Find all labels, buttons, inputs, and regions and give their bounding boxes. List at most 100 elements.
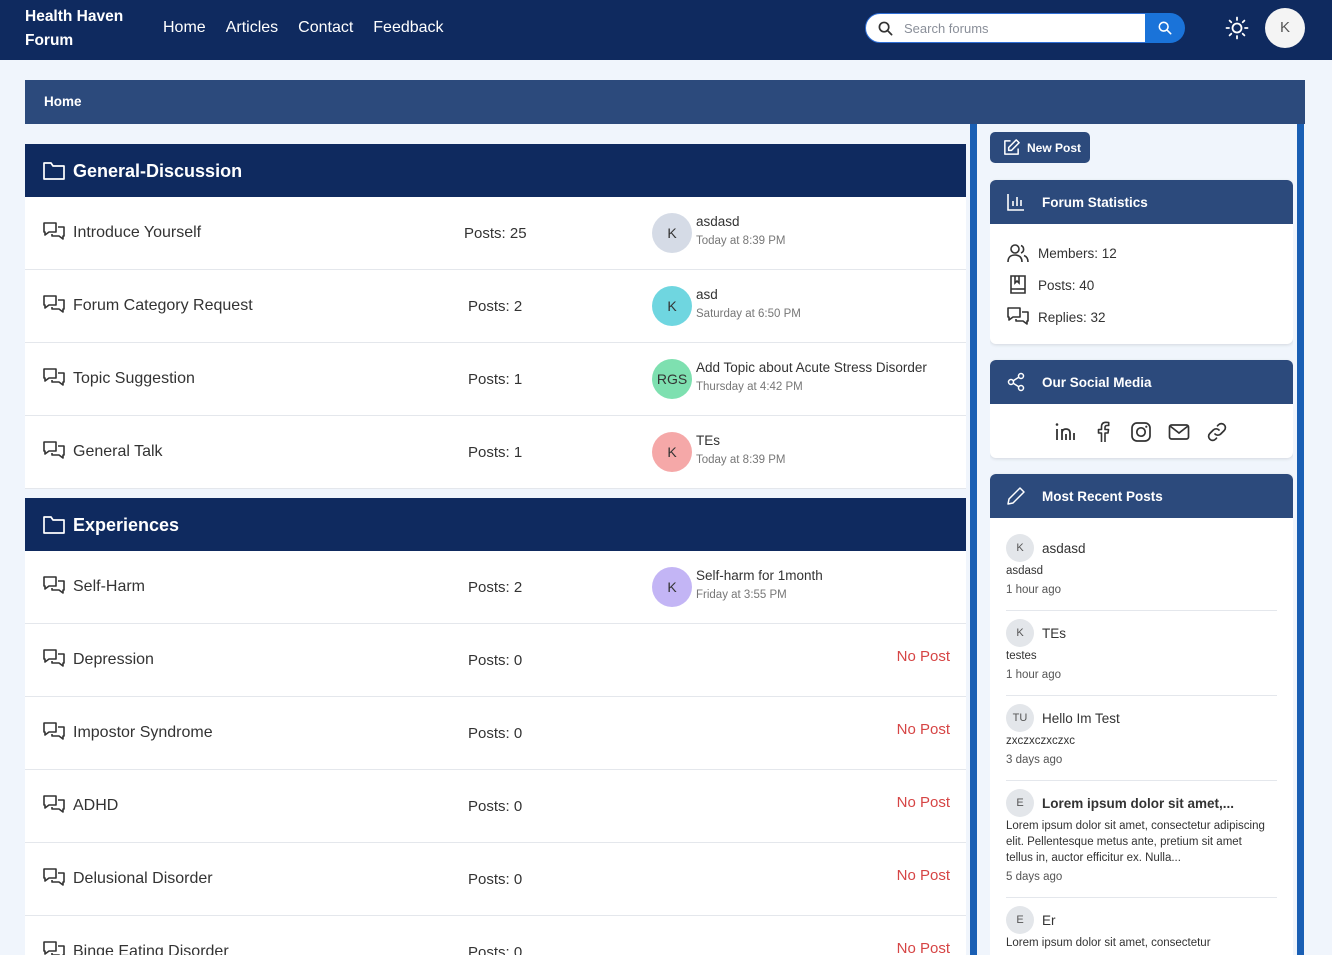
forum-row[interactable]: Self-Harm Posts: 2 K Self-harm for 1mont… (25, 551, 966, 624)
recent-post-body: zxczxczxczxc (1006, 735, 1075, 747)
search-icon (878, 21, 893, 36)
recent-posts-list: K asdasd asdasd 1 hour ago K TEs testes … (990, 518, 1293, 955)
search-button[interactable] (1145, 13, 1185, 43)
sun-icon[interactable] (1225, 16, 1249, 40)
last-post-time: Friday at 3:55 PM (696, 589, 787, 601)
nav-feedback-link[interactable]: Feedback (373, 18, 443, 38)
recent-post-item[interactable]: K asdasd asdasd 1 hour ago (1006, 534, 1277, 611)
forum-row[interactable]: ADHD Posts: 0 No Post (25, 770, 966, 843)
forum-row[interactable]: Depression Posts: 0 No Post (25, 624, 966, 697)
forum-name[interactable]: Self-Harm (73, 578, 145, 596)
last-post-title[interactable]: asdasd (696, 214, 948, 229)
link-icon[interactable] (1205, 420, 1229, 444)
card-header: Most Recent Posts (990, 474, 1293, 518)
avatar: TU (1006, 704, 1034, 732)
forum-name[interactable]: Impostor Syndrome (73, 724, 213, 742)
last-post-time: Today at 8:39 PM (696, 454, 786, 466)
chat-bubbles-icon (43, 941, 65, 955)
users-icon (1007, 244, 1029, 263)
last-post-title[interactable]: Add Topic about Acute Stress Disorder (696, 360, 948, 375)
forum-name[interactable]: Depression (73, 651, 154, 669)
forum-row[interactable]: Binge Eating Disorder Posts: 0 No Post (25, 916, 966, 955)
last-post-time: Thursday at 4:42 PM (696, 381, 803, 393)
chat-bubbles-icon (43, 368, 65, 386)
recent-post-title[interactable]: TEs (1042, 626, 1277, 641)
last-post[interactable]: K Self-harm for 1month Friday at 3:55 PM (652, 567, 952, 607)
mail-icon[interactable] (1167, 420, 1191, 444)
breadcrumb: Home (25, 80, 1305, 124)
nav-contact-link[interactable]: Contact (298, 18, 353, 38)
recent-post-item[interactable]: E Lorem ipsum dolor sit amet,... Lorem i… (1006, 789, 1277, 898)
folder-icon (43, 516, 65, 534)
post-count: Posts: 1 (468, 444, 523, 461)
last-post[interactable]: K asdasd Today at 8:39 PM (652, 213, 952, 253)
recent-post-title[interactable]: Lorem ipsum dolor sit amet,... (1042, 796, 1277, 811)
forum-row[interactable]: Introduce Yourself Posts: 25 K asdasd To… (25, 197, 966, 270)
post-count: Posts: 0 (468, 725, 523, 742)
nav-articles-link[interactable]: Articles (226, 18, 278, 38)
post-count: Posts: 0 (468, 871, 523, 888)
forum-statistics-card: Forum Statistics Members: 12 Posts: 40 R… (990, 180, 1293, 344)
chat-bubbles-icon (43, 722, 65, 740)
chat-bubbles-icon (43, 868, 65, 886)
pencil-icon (1007, 487, 1025, 505)
last-post[interactable]: K asd Saturday at 6:50 PM (652, 286, 952, 326)
category-title[interactable]: General-Discussion (73, 161, 242, 182)
forum-name[interactable]: ADHD (73, 797, 118, 815)
forum-name[interactable]: Forum Category Request (73, 297, 253, 315)
recent-post-title[interactable]: Hello Im Test (1042, 711, 1277, 726)
recent-post-title[interactable]: Er (1042, 913, 1277, 928)
facebook-icon[interactable] (1091, 420, 1115, 444)
forum-name[interactable]: General Talk (73, 443, 163, 461)
post-count: Posts: 1 (468, 371, 523, 388)
recent-post-body: testes (1006, 650, 1037, 662)
no-post-label: No Post (896, 867, 950, 884)
instagram-icon[interactable] (1129, 420, 1153, 444)
last-post[interactable]: K TEs Today at 8:39 PM (652, 432, 952, 472)
recent-post-item[interactable]: K TEs testes 1 hour ago (1006, 619, 1277, 696)
sidebar-border-left (970, 124, 977, 955)
category-header: General-Discussion (25, 144, 966, 197)
user-avatar[interactable]: K (1265, 8, 1305, 48)
breadcrumb-home[interactable]: Home (44, 94, 82, 109)
forum-name[interactable]: Topic Suggestion (73, 370, 195, 388)
brand-logo-text[interactable]: Health Haven Forum (25, 5, 145, 53)
nav-home-link[interactable]: Home (163, 18, 206, 38)
forum-name[interactable]: Binge Eating Disorder (73, 943, 229, 955)
sidebar: New Post Forum Statistics Members: 12 Po… (990, 124, 1293, 955)
top-navbar: Health Haven Forum Home Articles Contact… (0, 0, 1332, 60)
stat-replies: Replies: 32 (990, 300, 1293, 332)
share-icon (1007, 372, 1025, 392)
forum-row[interactable]: Impostor Syndrome Posts: 0 No Post (25, 697, 966, 770)
recent-post-date: 3 days ago (1006, 754, 1063, 766)
category-experiences: Experiences Self-Harm Posts: 2 K Self-ha… (25, 498, 966, 955)
recent-post-item[interactable]: TU Hello Im Test zxczxczxczxc 3 days ago (1006, 704, 1277, 781)
new-post-button[interactable]: New Post (990, 132, 1090, 163)
forum-name[interactable]: Introduce Yourself (73, 224, 201, 242)
stat-posts-label: Posts: 40 (1038, 278, 1095, 293)
last-post-title[interactable]: TEs (696, 433, 948, 448)
last-post-title[interactable]: asd (696, 287, 948, 302)
recent-post-date: 1 hour ago (1006, 584, 1061, 596)
forum-row[interactable]: General Talk Posts: 1 K TEs Today at 8:3… (25, 416, 966, 489)
search-bar (865, 13, 1185, 43)
chat-bubbles-icon (43, 295, 65, 313)
linkedin-icon[interactable] (1053, 420, 1077, 444)
forum-row[interactable]: Forum Category Request Posts: 2 K asd Sa… (25, 270, 966, 343)
forum-name[interactable]: Delusional Disorder (73, 870, 213, 888)
category-title[interactable]: Experiences (73, 515, 179, 536)
chat-bubbles-icon (43, 649, 65, 667)
search-input[interactable] (904, 18, 1139, 38)
recent-post-date: 5 days ago (1006, 871, 1063, 883)
recent-post-item[interactable]: E Er Lorem ipsum dolor sit amet, consect… (1006, 906, 1277, 955)
last-post[interactable]: RGS Add Topic about Acute Stress Disorde… (652, 359, 952, 399)
no-post-label: No Post (896, 940, 950, 955)
category-header: Experiences (25, 498, 966, 551)
last-post-title[interactable]: Self-harm for 1month (696, 568, 948, 583)
forum-row[interactable]: Topic Suggestion Posts: 1 RGS Add Topic … (25, 343, 966, 416)
new-post-label: New Post (1027, 141, 1082, 155)
forum-row[interactable]: Delusional Disorder Posts: 0 No Post (25, 843, 966, 916)
post-count: Posts: 0 (468, 652, 523, 669)
chat-bubbles-icon (43, 795, 65, 813)
recent-post-title[interactable]: asdasd (1042, 541, 1277, 556)
